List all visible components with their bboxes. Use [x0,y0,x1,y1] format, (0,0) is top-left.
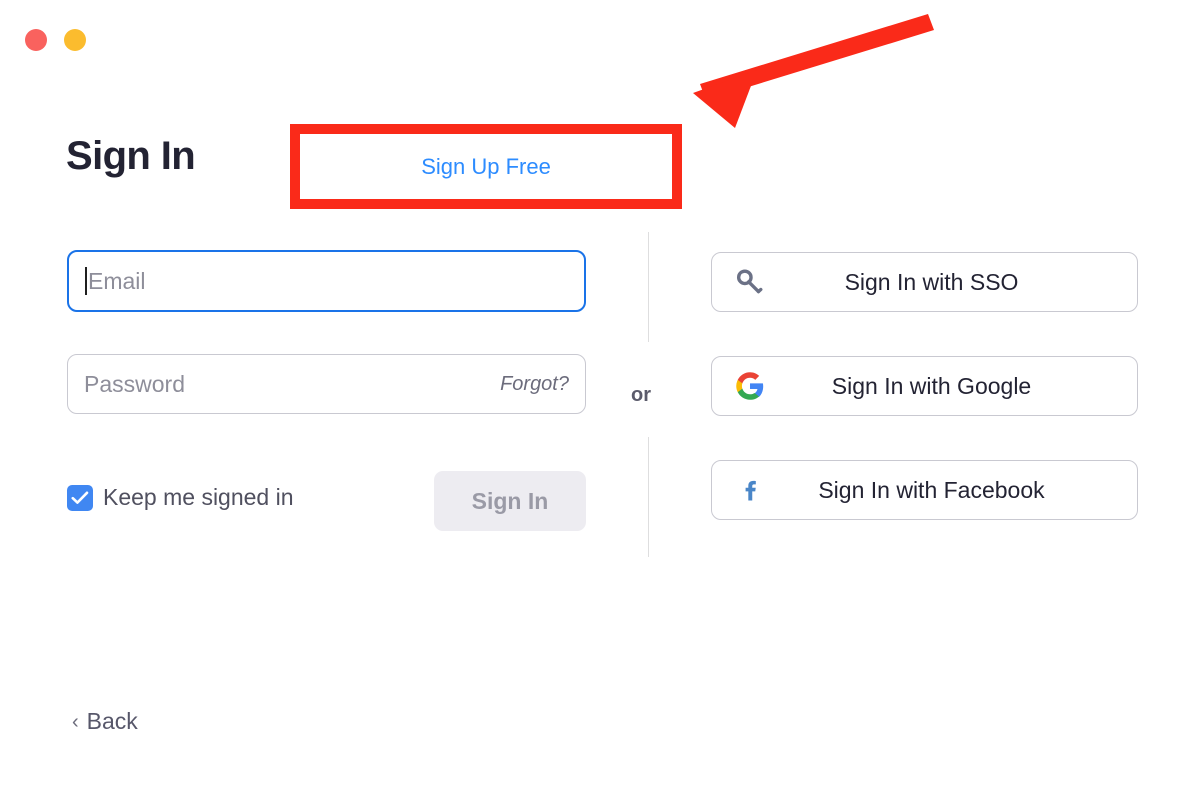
divider-or-label: or [631,384,651,406]
google-icon [722,371,778,401]
keep-signed-in-checkbox[interactable] [67,484,93,511]
sign-up-free-button[interactable]: Sign Up Free [301,135,671,198]
page-title: Sign In [66,134,196,178]
back-link-label: Back [86,708,138,734]
sign-in-with-facebook-button[interactable]: Sign In with Facebook [711,460,1138,520]
sign-in-submit-button[interactable]: Sign In [434,471,586,531]
checkmark-icon [71,491,89,504]
sign-in-with-sso-button[interactable]: Sign In with SSO [711,252,1138,312]
facebook-button-label: Sign In with Facebook [818,476,1045,503]
back-link[interactable]: ‹ Back [72,708,138,735]
facebook-icon [722,475,778,505]
password-placeholder: Password [84,370,185,397]
key-icon [722,267,778,297]
email-placeholder: Email [88,267,146,294]
sign-in-window: Sign In Sign Up Free Email Password Forg… [0,0,1200,794]
email-field[interactable]: Email [67,250,586,312]
google-button-label: Sign In with Google [831,372,1032,399]
sso-button-label: Sign In with SSO [844,268,1019,295]
window-controls [25,29,86,51]
text-caret [85,267,87,295]
chevron-left-icon: ‹ [72,710,79,733]
forgot-password-link[interactable]: Forgot? [500,373,569,396]
divider-line-top [648,232,649,342]
divider-line-bottom [648,437,649,557]
password-field[interactable]: Password Forgot? [67,354,586,414]
keep-signed-in-row[interactable]: Keep me signed in [67,484,294,511]
minimize-window-button[interactable] [64,29,86,51]
keep-signed-in-label: Keep me signed in [103,484,294,510]
sign-in-with-google-button[interactable]: Sign In with Google [711,356,1138,416]
close-window-button[interactable] [25,29,47,51]
